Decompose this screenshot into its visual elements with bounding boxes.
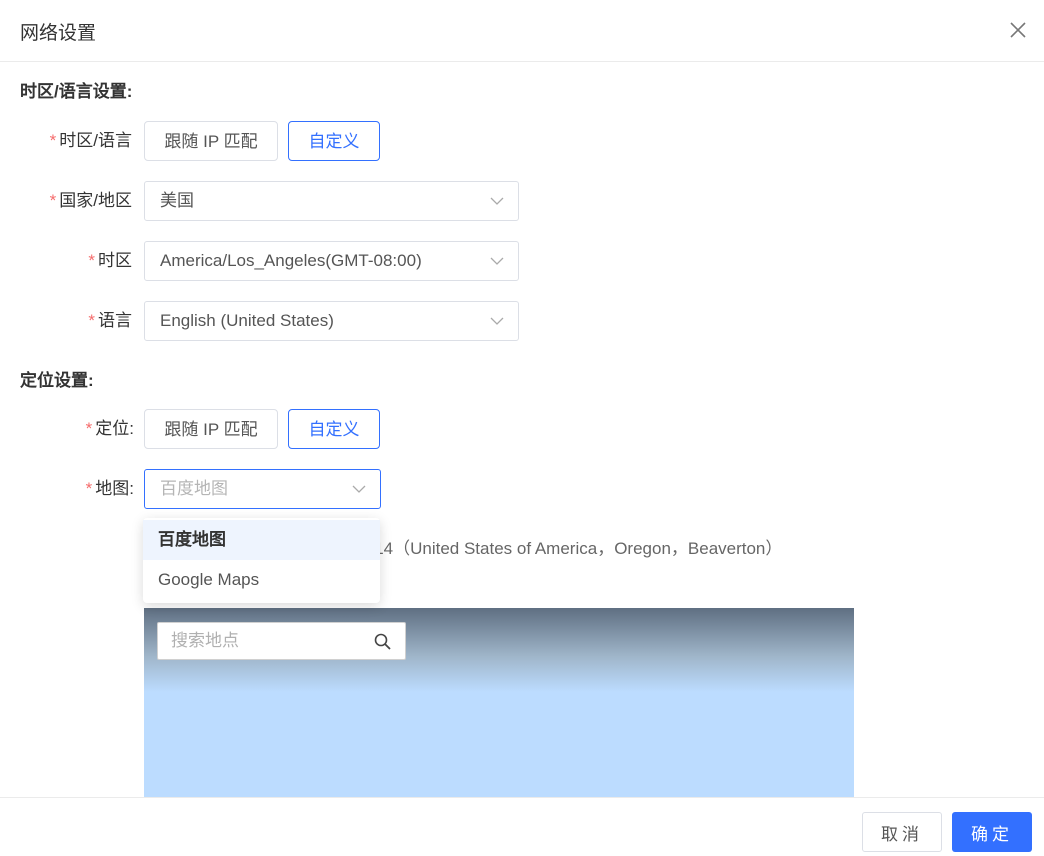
tz-lang-follow-ip-button[interactable]: 跟随 IP 匹配 [144, 121, 278, 161]
country-label: * 国家/地区 [49, 191, 132, 210]
chevron-down-icon [490, 317, 504, 325]
language-value: English (United States) [160, 311, 334, 330]
chevron-down-icon [352, 485, 366, 493]
map-option-google[interactable]: Google Maps [143, 560, 380, 600]
required-mark: * [88, 311, 95, 330]
language-label: * 语言 [88, 311, 132, 330]
language-select[interactable]: English (United States) [144, 301, 519, 341]
chevron-down-icon [490, 257, 504, 265]
close-icon[interactable] [1006, 18, 1030, 42]
required-mark: * [49, 191, 57, 210]
map-view[interactable] [144, 608, 854, 797]
confirm-button[interactable]: 确定 [952, 812, 1032, 852]
required-mark: * [85, 419, 93, 438]
cancel-button[interactable]: 取消 [862, 812, 942, 852]
coordinates-text: 114（United States of America，Oregon，Beav… [366, 539, 783, 558]
map-dropdown: 百度地图 Google Maps [143, 518, 380, 603]
required-mark: * [85, 479, 93, 498]
country-select[interactable]: 美国 [144, 181, 519, 221]
chevron-down-icon [490, 197, 504, 205]
timezone-section-title: 时区/语言设置: [20, 82, 133, 101]
map-label: * 地图: [85, 479, 134, 498]
required-mark: * [88, 251, 95, 270]
timezone-value: America/Los_Angeles(GMT-08:00) [160, 251, 422, 270]
map-search-box [157, 622, 406, 660]
location-label: * 定位: [85, 419, 134, 438]
country-value: 美国 [160, 191, 194, 210]
timezone-label: * 时区 [88, 251, 132, 270]
tz-lang-label: * 时区/语言 [49, 131, 132, 150]
map-search-input[interactable] [171, 630, 361, 652]
map-select[interactable]: 百度地图 [144, 469, 381, 509]
map-select-placeholder: 百度地图 [160, 479, 228, 498]
dialog-header: 网络设置 [0, 0, 1044, 62]
location-follow-ip-button[interactable]: 跟随 IP 匹配 [144, 409, 278, 449]
location-custom-button[interactable]: 自定义 [288, 409, 380, 449]
required-mark: * [49, 131, 57, 150]
map-option-baidu[interactable]: 百度地图 [143, 520, 380, 560]
search-icon[interactable] [373, 632, 393, 652]
dialog-footer: 取消 确定 [0, 797, 1044, 856]
dialog-title: 网络设置 [20, 23, 97, 44]
tz-lang-custom-button[interactable]: 自定义 [288, 121, 380, 161]
location-section-title: 定位设置: [20, 371, 94, 390]
timezone-select[interactable]: America/Los_Angeles(GMT-08:00) [144, 241, 519, 281]
